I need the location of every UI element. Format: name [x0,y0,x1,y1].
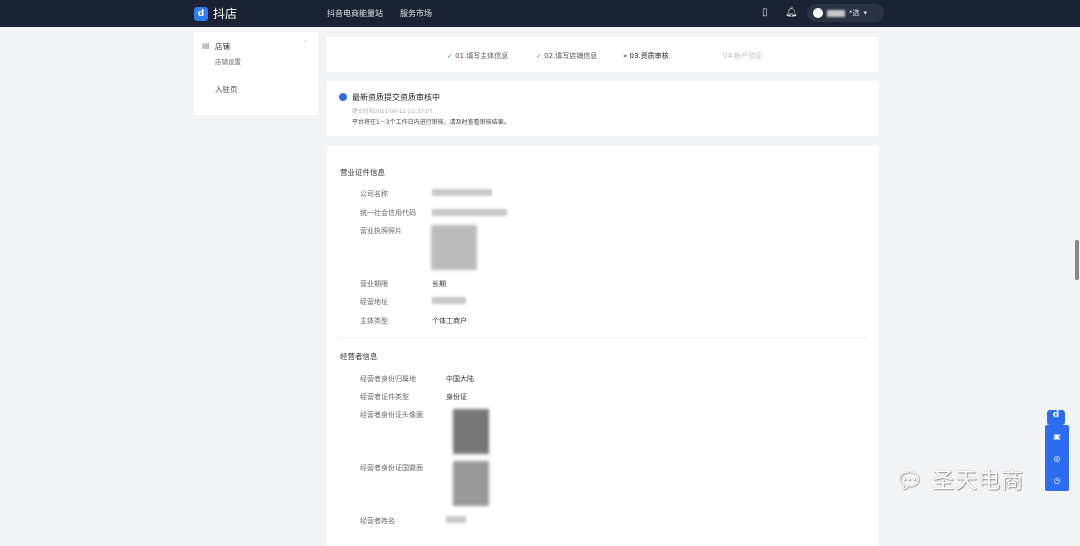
watermark: 💬︎ 圣天电商 [895,469,1024,494]
nav-energy-station[interactable]: 抖音电商能量站 [327,8,383,19]
notice-desc: 平台将在1－3个工作日内进行审核，请及时查看审核结果。 [352,119,510,126]
id-back-photo[interactable] [453,461,489,506]
business-section-title: 营业证件信息 [340,168,385,177]
company-name-blurred [432,189,492,196]
label-address: 经营地址 [360,298,388,306]
user-name-blurred [827,9,845,17]
notice-time: 提交时间2021-06-12 11:27:07 [352,109,433,115]
doudian-logo-icon[interactable]: d [1047,410,1065,425]
sidebar: ▤ 店铺 ˆ 店铺设置 入驻页 [194,32,318,115]
id-front-photo[interactable] [453,409,489,454]
label-id-type: 经营者证件类型 [360,393,409,401]
avatar [813,8,823,18]
address-blurred [432,297,466,304]
clock-icon[interactable]: ◷ [1054,476,1061,485]
label-id-front: 经营者身份证头像面 [360,411,423,419]
sidebar-item-store-settings[interactable]: 店铺设置 [215,56,241,66]
label-id-region: 经营者身份归属地 [360,375,416,383]
chevron-up-icon[interactable]: ˆ [303,40,307,49]
step-1: ✓ 01.填写主体信息 [447,52,509,60]
sidebar-item-onboarding[interactable]: 入驻页 [215,84,238,95]
operator-section-title: 经营者信息 [340,352,378,361]
phone-icon[interactable]: ▯ [762,7,768,18]
notice-title: 最新资质提交资质审核中 [352,93,440,102]
divider [340,337,866,338]
book-icon[interactable]: ▣ [1053,432,1061,441]
nav-service-market[interactable]: 服务市场 [400,8,432,19]
floating-toolbar: ▣ ◎ ◷ [1045,425,1069,491]
user-name: *选 [849,9,860,17]
label-id-back: 经营者身份证国徽面 [360,464,423,472]
value-term: 长期 [432,280,446,288]
label-operator-name: 经营者姓名 [360,517,395,525]
store-icon: ▤ [202,41,210,50]
license-photo[interactable] [431,225,477,270]
logo[interactable]: d 抖店 [194,5,237,22]
step-2: ✓ 02.填写店铺信息 [536,52,598,60]
top-bar: d 抖店 抖音电商能量站 服务市场 ▯ 🔔︎ *选 ▾ [0,0,1080,27]
operator-name-blurred [446,516,466,523]
steps-bar: ✓ 01.填写主体信息 ✓ 02.填写店铺信息 » 03.资质审核 04.账户验… [327,37,879,72]
sidebar-group-store[interactable]: 店铺 [215,41,230,52]
label-credit-code: 统一社会信用代码 [360,209,416,217]
logo-text: 抖店 [213,7,238,21]
headset-icon[interactable]: ◎ [1054,454,1061,463]
label-company-name: 公司名称 [360,190,388,198]
step-3: » 03.资质审核 [623,52,669,60]
label-entity-type: 主体类型 [360,317,388,325]
review-notice: 最新资质提交资质审核中 提交时间2021-06-12 11:27:07 平台将在… [327,81,879,136]
value-entity-type: 个体工商户 [432,317,467,325]
bell-icon[interactable]: 🔔︎ [785,7,798,18]
label-license-photo: 营业执照照片 [360,227,402,235]
value-id-region: 中国大陆 [446,375,474,383]
step-4: 04.账户验证 [723,52,763,60]
logo-icon: d [194,6,208,21]
user-menu[interactable]: *选 ▾ [807,4,884,22]
credit-code-blurred [432,209,507,216]
info-card: 营业证件信息 公司名称 统一社会信用代码 营业执照照片 营业期限 长期 经营地址… [327,146,879,546]
label-term: 营业期限 [360,280,388,288]
caret-down-icon: ▾ [863,9,868,17]
scrollbar[interactable] [1075,240,1079,280]
value-id-type: 身份证 [446,393,467,401]
clock-icon [339,93,347,101]
